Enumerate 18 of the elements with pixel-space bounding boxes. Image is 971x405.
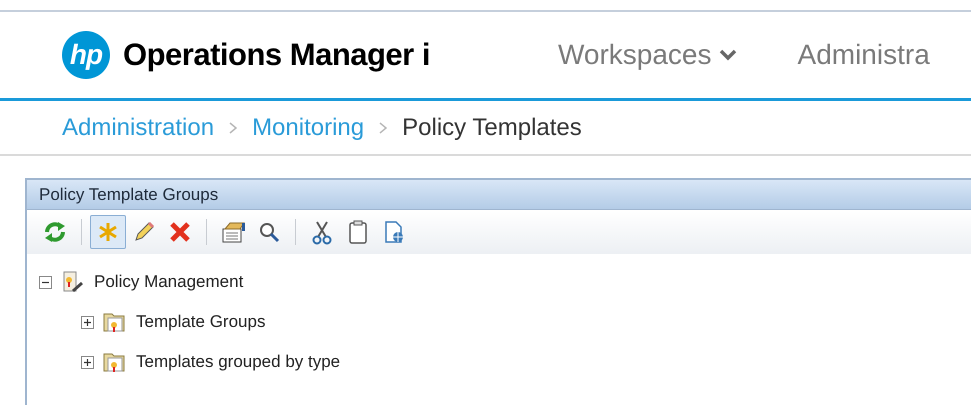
panel-title: Policy Template Groups — [39, 184, 218, 206]
nav-link[interactable]: Administra — [798, 34, 930, 76]
chevron-right-icon — [228, 120, 238, 134]
tree-item[interactable]: Template Groups — [136, 309, 266, 335]
expand-icon[interactable] — [81, 356, 94, 368]
breadcrumb-current: Policy Templates — [402, 112, 582, 142]
breadcrumb-link[interactable]: Monitoring — [252, 110, 364, 146]
tree-item[interactable]: Policy Management — [94, 269, 244, 295]
expand-icon[interactable] — [81, 316, 94, 328]
breadcrumb-link[interactable]: Administration — [62, 110, 214, 146]
collapse-icon[interactable] — [39, 276, 52, 288]
chevron-right-icon — [378, 120, 388, 134]
nav-link[interactable]: Workspaces — [558, 34, 738, 76]
refresh-icon — [42, 219, 68, 245]
app-title: Operations Manager i — [123, 36, 430, 74]
logo[interactable]: hp — [62, 31, 110, 79]
chevron-down-icon — [718, 48, 738, 62]
tree-item[interactable]: Templates grouped by type — [136, 349, 340, 375]
